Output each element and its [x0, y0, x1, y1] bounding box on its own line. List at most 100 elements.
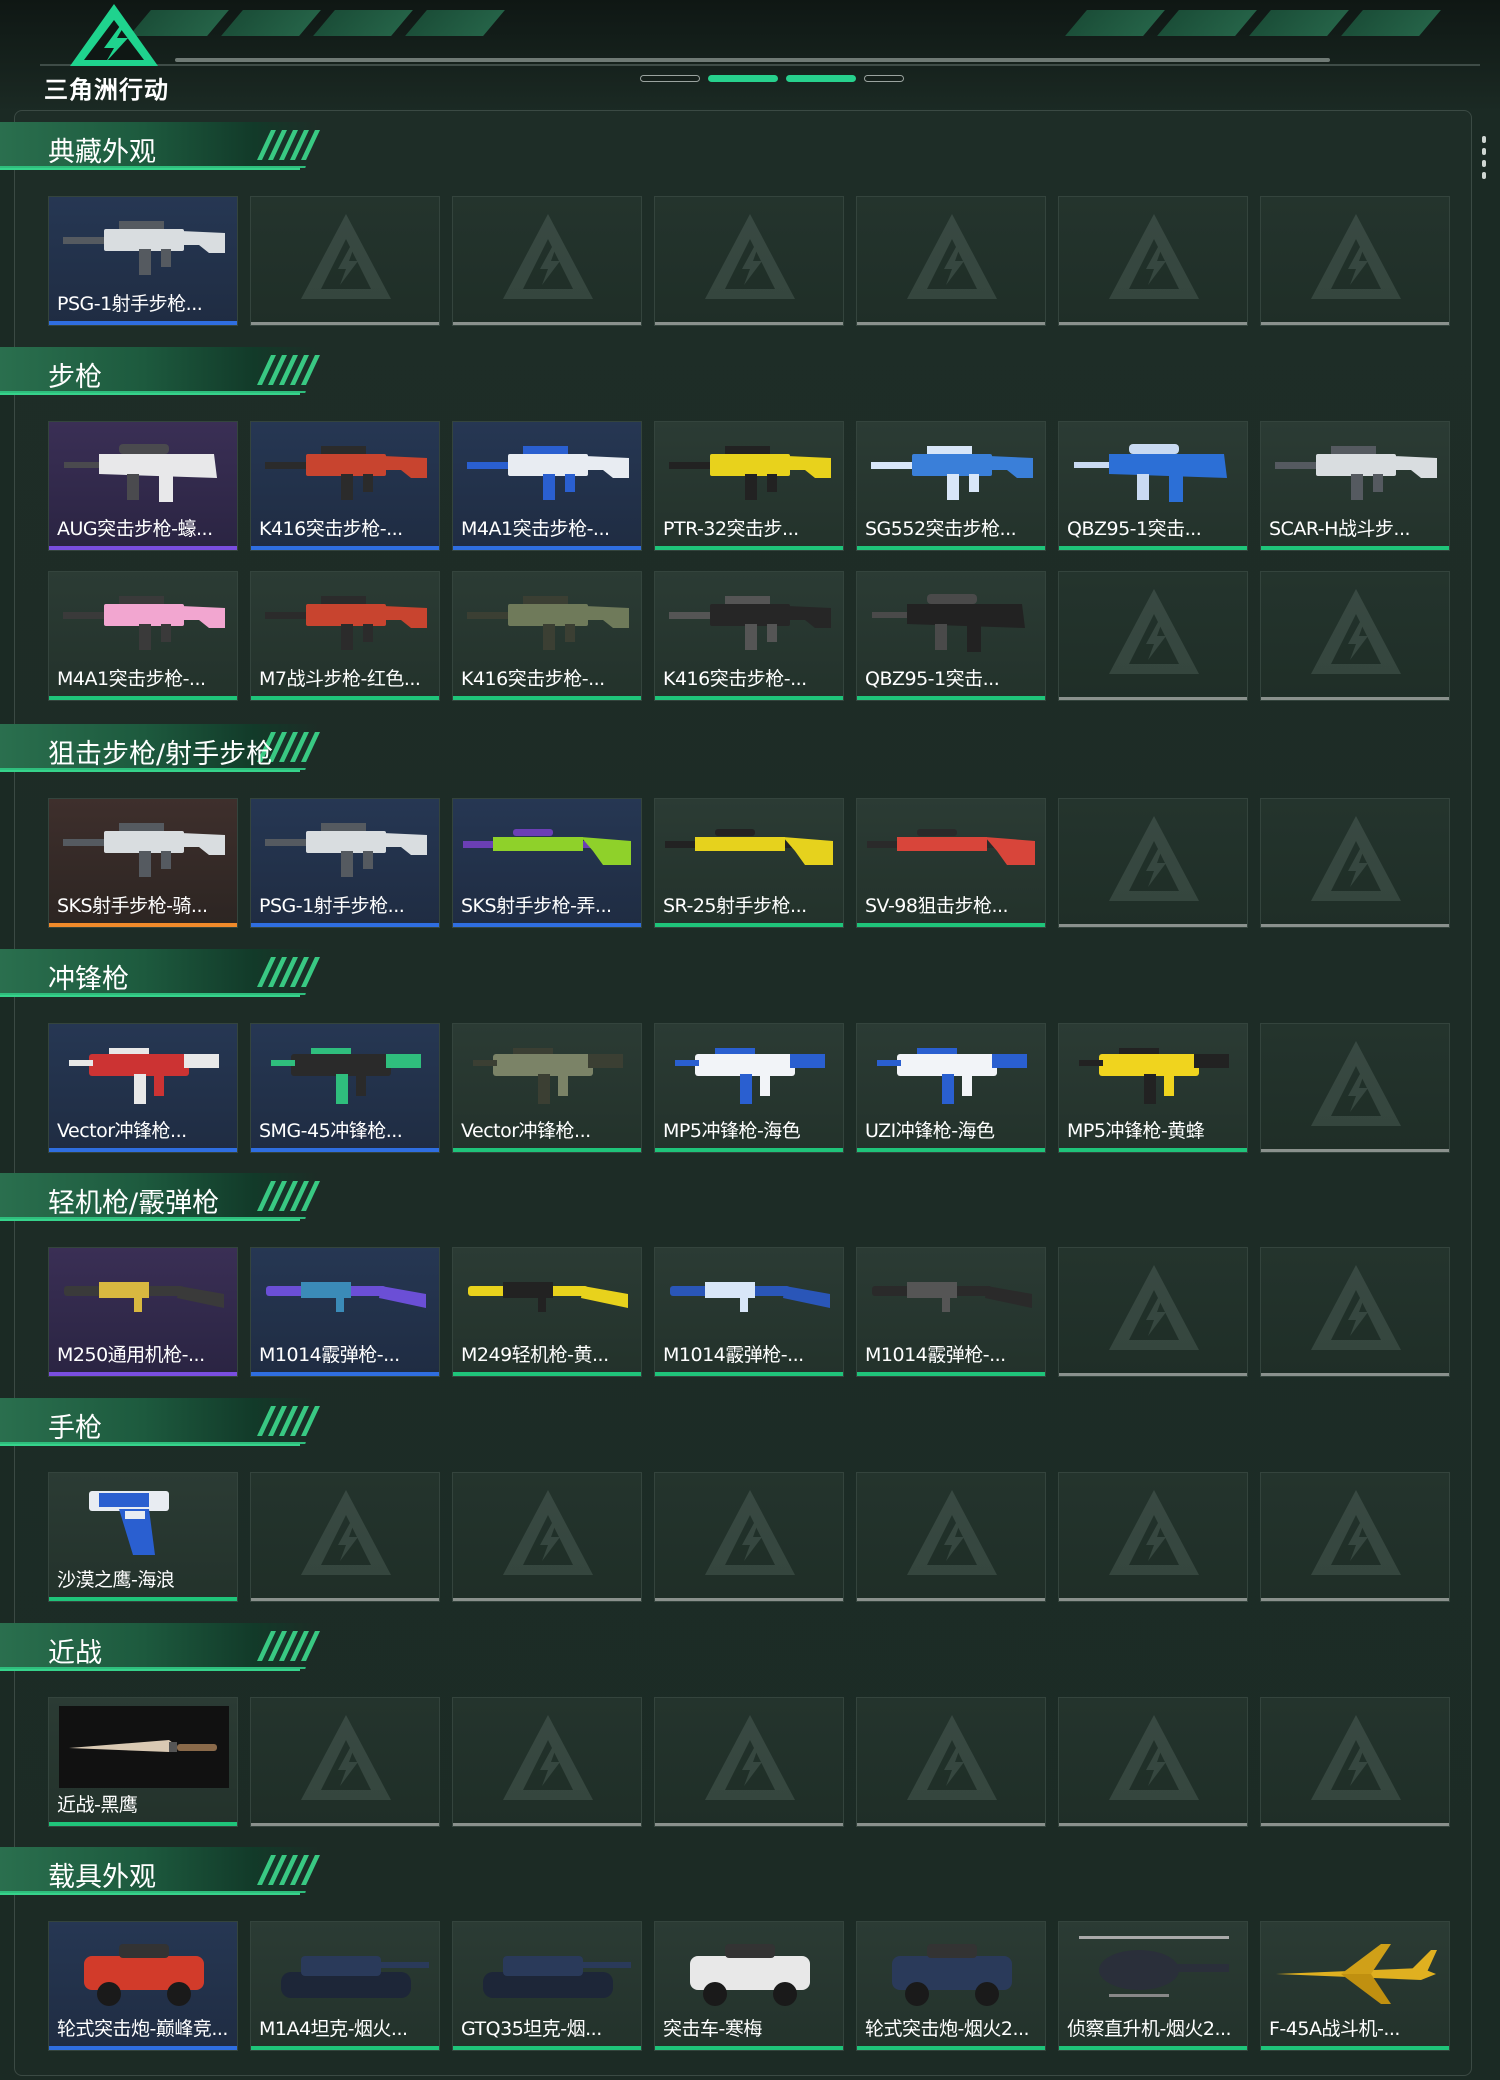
- section-title: 狙击步枪/射手步枪: [48, 739, 274, 770]
- skin-card[interactable]: MP5冲锋枪-海色: [654, 1023, 844, 1153]
- skin-name: M1014霰弹枪-...: [259, 1344, 400, 1366]
- skin-card[interactable]: MP5冲锋枪-黄蜂: [1058, 1023, 1248, 1153]
- rarity-bar: [857, 2046, 1045, 2050]
- tank-icon: [483, 1956, 631, 1998]
- skin-card[interactable]: PSG-1射手步枪...: [48, 196, 238, 326]
- skin-card[interactable]: SCAR-H战斗步...: [1260, 421, 1450, 551]
- skin-card[interactable]: 轮式突击炮-烟火2...: [856, 1921, 1046, 2051]
- jet-icon: [1276, 1944, 1437, 2004]
- skin-card[interactable]: GTQ35坦克-烟...: [452, 1921, 642, 2051]
- rifle-camo-icon: [467, 596, 629, 650]
- skin-card[interactable]: AUG突击步枪-蠔...: [48, 421, 238, 551]
- skin-card[interactable]: SKS射手步枪-弄...: [452, 798, 642, 928]
- rarity-bar: [49, 546, 237, 550]
- section-header: 轻机枪/霰弹枪: [0, 1173, 330, 1221]
- delta-watermark-icon: [1109, 1715, 1199, 1800]
- rarity-bar: [1059, 2046, 1247, 2050]
- bullpup-white-icon: [64, 444, 217, 502]
- empty-slot: [1260, 196, 1450, 326]
- shotgun-blue-icon: [670, 1282, 830, 1312]
- skin-name: M1A4坦克-烟火...: [259, 2018, 408, 2040]
- skin-card[interactable]: QBZ95-1突击...: [856, 571, 1046, 701]
- skin-card[interactable]: SV-98狙击步枪...: [856, 798, 1046, 928]
- empty-slot: [1058, 798, 1248, 928]
- skin-card[interactable]: UZI冲锋枪-海色: [856, 1023, 1046, 1153]
- skin-name: 轮式突击炮-烟火2...: [865, 2018, 1030, 2040]
- rarity-bar: [453, 1148, 641, 1152]
- scrollbar-handle[interactable]: [1482, 136, 1486, 182]
- skin-card[interactable]: M4A1突击步枪-...: [452, 421, 642, 551]
- rarity-bar: [453, 2046, 641, 2050]
- section-header: 载具外观: [0, 1847, 330, 1895]
- item-grid: Vector冲锋枪... SMG-45冲锋枪... Vector冲锋枪... MP5冲…: [48, 1023, 1450, 1153]
- section-header: 步枪: [0, 347, 330, 395]
- skin-card[interactable]: K416突击步枪-...: [654, 571, 844, 701]
- vehicle-white-icon: [690, 1944, 810, 2006]
- empty-slot: [250, 1472, 440, 1602]
- skin-name: M4A1突击步枪-...: [57, 668, 206, 690]
- delta-watermark-icon: [1311, 816, 1401, 901]
- empty-slot: [1260, 1472, 1450, 1602]
- skin-card[interactable]: SMG-45冲锋枪...: [250, 1023, 440, 1153]
- skin-card[interactable]: F-45A战斗机-...: [1260, 1921, 1450, 2051]
- rarity-bar: [857, 696, 1045, 700]
- lmg-yellow-icon: [468, 1282, 628, 1312]
- skin-card[interactable]: SG552突击步枪...: [856, 421, 1046, 551]
- skin-card[interactable]: M1014霰弹枪-...: [250, 1247, 440, 1377]
- skin-name: K416突击步枪-...: [663, 668, 807, 690]
- skin-name: PTR-32突击步...: [663, 518, 799, 540]
- skin-card[interactable]: 突击车-寒梅: [654, 1921, 844, 2051]
- skin-card[interactable]: 轮式突击炮-巅峰竞...: [48, 1921, 238, 2051]
- skin-card[interactable]: M1014霰弹枪-...: [654, 1247, 844, 1377]
- skin-name: M1014霰弹枪-...: [865, 1344, 1006, 1366]
- section-title: 手枪: [48, 1413, 102, 1444]
- skin-card[interactable]: PTR-32突击步...: [654, 421, 844, 551]
- skin-card[interactable]: M249轻机枪-黄...: [452, 1247, 642, 1377]
- delta-watermark-icon: [301, 214, 391, 299]
- section-title: 冲锋枪: [48, 964, 129, 995]
- skin-card[interactable]: 沙漠之鹰-海浪: [48, 1472, 238, 1602]
- skin-card[interactable]: Vector冲锋枪...: [48, 1023, 238, 1153]
- skin-name: K416突击步枪-...: [259, 518, 403, 540]
- skin-card[interactable]: 近战-黑鹰: [48, 1697, 238, 1827]
- item-grid: M250通用机枪-... M1014霰弹枪-... M249轻机枪-黄... M101…: [48, 1247, 1450, 1377]
- section-header: 典藏外观: [0, 122, 330, 170]
- rarity-bar: [49, 1822, 237, 1826]
- empty-slot: [1260, 571, 1450, 701]
- skin-card[interactable]: M250通用机枪-...: [48, 1247, 238, 1377]
- skin-card[interactable]: K416突击步枪-...: [452, 571, 642, 701]
- skin-card[interactable]: PSG-1射手步枪...: [250, 798, 440, 928]
- skin-card[interactable]: 侦察直升机-烟火2...: [1058, 1921, 1248, 2051]
- skin-card[interactable]: M1014霰弹枪-...: [856, 1247, 1046, 1377]
- skin-card[interactable]: M1A4坦克-烟火...: [250, 1921, 440, 2051]
- skin-name: 突击车-寒梅: [663, 2018, 762, 2040]
- vehicle-red-icon: [84, 1944, 204, 2006]
- skin-card[interactable]: Vector冲锋枪...: [452, 1023, 642, 1153]
- rarity-bar: [251, 546, 439, 550]
- rarity-bar: [453, 1372, 641, 1376]
- delta-watermark-icon: [1109, 214, 1199, 299]
- skin-name: SKS射手步枪-骑...: [57, 895, 208, 917]
- skin-card[interactable]: SR-25射手步枪...: [654, 798, 844, 928]
- delta-watermark-icon: [1311, 1490, 1401, 1575]
- rarity-bar: [49, 1372, 237, 1376]
- skin-card[interactable]: K416突击步枪-...: [250, 421, 440, 551]
- section-header: 狙击步枪/射手步枪: [0, 724, 330, 772]
- rarity-bar: [453, 546, 641, 550]
- banner-rail-secondary: [40, 64, 1480, 66]
- rarity-bar: [857, 1148, 1045, 1152]
- rifle-bluewhite-icon: [467, 446, 629, 500]
- vehicle-dark-icon: [892, 1944, 1012, 2006]
- section-title: 典藏外观: [48, 137, 156, 168]
- skin-name: M4A1突击步枪-...: [461, 518, 610, 540]
- skin-name: M249轻机枪-黄...: [461, 1344, 609, 1366]
- empty-slot: [1058, 196, 1248, 326]
- skin-card[interactable]: SKS射手步枪-骑...: [48, 798, 238, 928]
- skin-card[interactable]: M4A1突击步枪-...: [48, 571, 238, 701]
- empty-slot: [856, 196, 1046, 326]
- skin-card[interactable]: M7战斗步枪-红色...: [250, 571, 440, 701]
- skin-card[interactable]: QBZ95-1突击...: [1058, 421, 1248, 551]
- banner-rail: [175, 58, 1330, 62]
- rarity-bar: [857, 1372, 1045, 1376]
- sniper-lime-icon: [463, 829, 631, 865]
